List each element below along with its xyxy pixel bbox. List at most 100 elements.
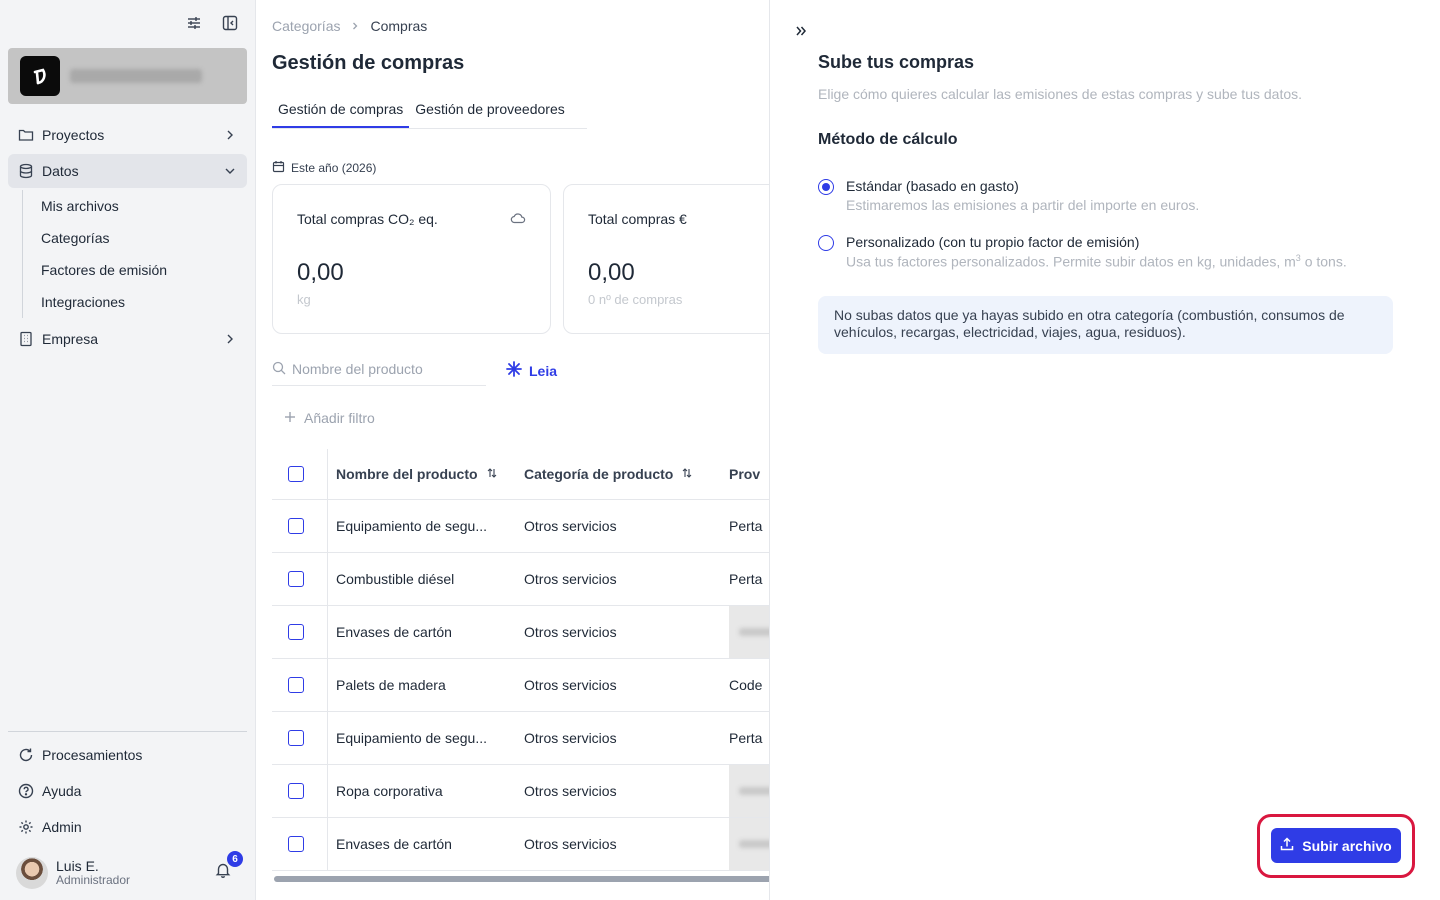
table-row[interactable]: Equipamiento de segu... Otros servicios Pe… <box>272 712 769 765</box>
sidebar-toggle-icon[interactable] <box>221 14 239 32</box>
row-checkbox[interactable] <box>288 624 304 640</box>
leia-assistant-button[interactable]: Leia <box>505 360 557 381</box>
row-checkbox[interactable] <box>288 730 304 746</box>
option-label: Personalizado (con tu propio factor de e… <box>846 234 1140 250</box>
folder-icon <box>18 127 34 143</box>
tab-gestion-proveedores[interactable]: Gestión de proveedores <box>409 98 570 128</box>
column-header-label: Nombre del producto <box>336 466 478 482</box>
kpi-unit: kg <box>297 292 311 307</box>
product-name-cell: Combustible diésel <box>336 571 455 587</box>
sidebar-bottom-nav: Procesamientos Ayuda Admin <box>8 738 247 846</box>
row-select-cell <box>272 659 328 711</box>
sidebar-subitem-categorias[interactable]: Categorías <box>23 222 247 254</box>
sidebar-item-ayuda[interactable]: Ayuda <box>8 774 247 808</box>
add-filter-label: Añadir filtro <box>304 410 375 426</box>
search-input[interactable] <box>292 360 472 377</box>
user-profile[interactable]: Luis E. Administrador 6 <box>16 851 246 891</box>
main-content: Categorías Compras Gestión de compras Ge… <box>257 0 769 900</box>
sidebar-item-label: Ayuda <box>42 783 82 799</box>
row-checkbox[interactable] <box>288 783 304 799</box>
provider-cell: Perta <box>729 571 763 587</box>
sidebar-divider <box>8 731 247 732</box>
sidebar-item-label: Empresa <box>42 331 99 347</box>
collapse-panel-icon[interactable] <box>794 24 810 40</box>
user-text: Luis E. Administrador <box>56 858 130 888</box>
upload-file-button[interactable]: Subir archivo <box>1271 828 1401 863</box>
table-header: Nombre del producto Categoría de product… <box>272 449 769 500</box>
option-description: Estimaremos las emisiones a partir del i… <box>846 197 1200 213</box>
radio-standard[interactable] <box>818 179 834 195</box>
sliders-icon[interactable] <box>185 14 203 32</box>
sort-icon <box>486 466 498 482</box>
sidebar-item-empresa[interactable]: Empresa <box>8 322 247 356</box>
period-label: Este año (2026) <box>291 161 377 175</box>
sidebar: Proyectos Datos Mis archivos Categorías … <box>0 0 256 900</box>
sidebar-subitem-integraciones[interactable]: Integraciones <box>23 286 247 318</box>
row-checkbox[interactable] <box>288 836 304 852</box>
provider-cell-blurred <box>729 818 769 870</box>
kpi-unit: 0 nº de compras <box>588 292 683 307</box>
purchases-table: Nombre del producto Categoría de product… <box>272 449 769 871</box>
option-standard[interactable]: Estándar (basado en gasto) Estimaremos l… <box>818 178 1199 213</box>
tab-gestion-compras[interactable]: Gestión de compras <box>272 98 410 128</box>
select-all-checkbox[interactable] <box>288 466 304 482</box>
breadcrumb-compras: Compras <box>370 18 428 34</box>
cloud-icon <box>510 211 526 225</box>
period-selector[interactable]: Este año (2026) <box>272 160 376 176</box>
column-header-provider[interactable]: Prov <box>729 449 769 499</box>
sidebar-item-admin[interactable]: Admin <box>8 810 247 844</box>
datos-subnav: Mis archivos Categorías Factores de emis… <box>22 190 247 318</box>
product-category-cell: Otros servicios <box>524 783 617 799</box>
provider-cell: Perta <box>729 730 763 746</box>
gear-icon <box>18 819 34 835</box>
table-row[interactable]: Ropa corporativa Otros servicios <box>272 765 769 818</box>
avatar <box>16 857 48 889</box>
info-note: No subas datos que ya hayas subido en ot… <box>818 296 1393 354</box>
option-description: Usa tus factores personalizados. Permite… <box>846 253 1347 270</box>
product-category-cell: Otros servicios <box>524 836 617 852</box>
product-name-cell: Palets de madera <box>336 677 446 693</box>
row-checkbox[interactable] <box>288 571 304 587</box>
row-select-cell <box>272 818 328 870</box>
row-checkbox[interactable] <box>288 677 304 693</box>
table-row[interactable]: Palets de madera Otros servicios Code <box>272 659 769 712</box>
upload-side-panel: Sube tus compras Elige cómo quieres calc… <box>769 0 1440 900</box>
row-checkbox[interactable] <box>288 518 304 534</box>
column-header-category[interactable]: Categoría de producto <box>524 466 729 482</box>
sidebar-item-label: Datos <box>42 163 79 179</box>
building-icon <box>18 331 34 347</box>
option-text: Estándar (basado en gasto) Estimaremos l… <box>846 178 1199 213</box>
blurred-value <box>729 818 769 870</box>
column-header-name[interactable]: Nombre del producto <box>328 466 524 482</box>
table-row[interactable]: Equipamiento de segu... Otros servicios Pe… <box>272 500 769 553</box>
sidebar-item-datos[interactable]: Datos <box>8 154 247 188</box>
plus-icon <box>284 410 296 426</box>
add-filter-button[interactable]: Añadir filtro <box>284 410 375 426</box>
blurred-value <box>729 606 769 658</box>
product-name-cell: Equipamiento de segu... <box>336 730 487 746</box>
chevron-right-icon <box>223 332 237 346</box>
table-row[interactable]: Combustible diésel Otros servicios Perta <box>272 553 769 606</box>
option-custom[interactable]: Personalizado (con tu propio factor de e… <box>818 234 1347 270</box>
product-category-cell: Otros servicios <box>524 730 617 746</box>
sidebar-subitem-factores-emision[interactable]: Factores de emisión <box>23 254 247 286</box>
breadcrumb-categorias[interactable]: Categorías <box>272 18 340 34</box>
option-label: Estándar (basado en gasto) <box>846 178 1019 194</box>
horizontal-scrollbar[interactable] <box>274 876 769 882</box>
help-circle-icon <box>18 783 34 799</box>
sidebar-item-proyectos[interactable]: Proyectos <box>8 118 247 152</box>
sidebar-item-procesamientos[interactable]: Procesamientos <box>8 738 247 772</box>
product-name-cell: Ropa corporativa <box>336 783 443 799</box>
table-row[interactable]: Envases de cartón Otros servicios <box>272 818 769 871</box>
organization-switcher[interactable] <box>8 48 247 104</box>
table-row[interactable]: Envases de cartón Otros servicios <box>272 606 769 659</box>
sidebar-subitem-mis-archivos[interactable]: Mis archivos <box>23 190 247 222</box>
row-select-cell <box>272 606 328 658</box>
sidebar-top-icons <box>185 14 239 32</box>
kpi-title: Total compras CO₂ eq. <box>297 211 438 227</box>
sparkle-icon <box>505 360 523 381</box>
upload-button-label: Subir archivo <box>1302 837 1392 854</box>
sidebar-item-label: Admin <box>42 819 82 835</box>
radio-custom[interactable] <box>818 235 834 251</box>
column-header-label: Categoría de producto <box>524 466 674 482</box>
